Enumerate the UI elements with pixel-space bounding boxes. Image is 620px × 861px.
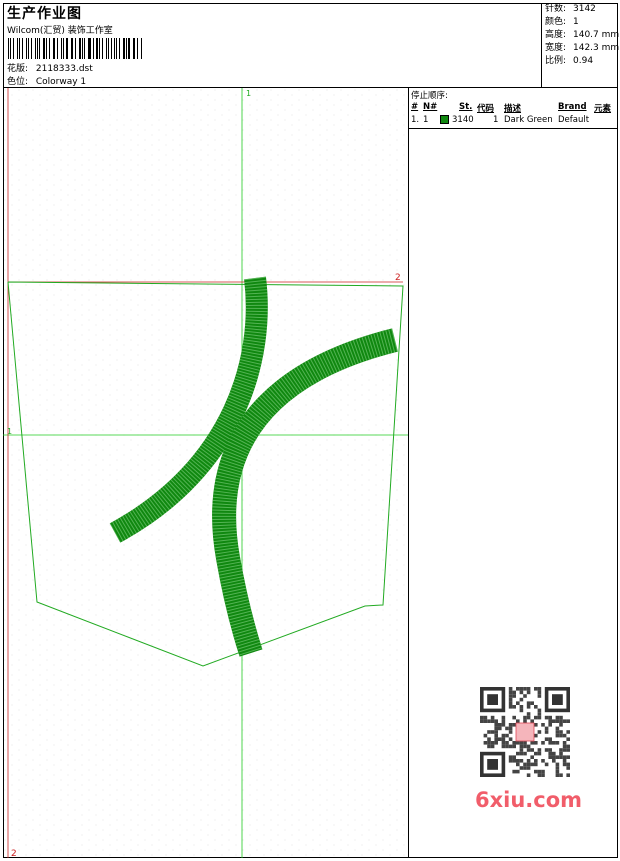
row-stitches: 3140: [452, 115, 474, 125]
watermark: 6xiu.com: [475, 788, 583, 812]
col-index: #: [411, 102, 419, 112]
col-stitches: St.: [459, 102, 473, 112]
stop-sequence-title: 停止顺序:: [411, 91, 448, 101]
stat-scale: 比例: 0.94: [545, 56, 594, 66]
col-code: 代码: [477, 104, 495, 114]
row-index: 1.: [411, 115, 420, 125]
qr-code: [470, 683, 578, 783]
marker-bottom-2: 2: [11, 849, 17, 858]
row-code: 1: [493, 115, 499, 125]
design-preview: 1 1 2 2: [3, 88, 408, 858]
col-needle: N#: [423, 102, 438, 112]
colorway-value: Colorway 1: [35, 77, 87, 87]
colorway-label: 色位:: [7, 77, 29, 87]
colorway-line: 色位: Colorway 1: [7, 74, 86, 87]
table-row[interactable]: 1. 1 3140 1 Dark Green Default: [409, 115, 618, 127]
company-name: Wilcom(汇贸) 装饰工作室: [7, 26, 113, 36]
col-element: 元素: [594, 104, 612, 114]
design-label: 花版:: [7, 64, 29, 74]
marker-top-1: 1: [246, 89, 251, 98]
row-needle: 1: [423, 115, 429, 125]
marker-right-2: 2: [395, 273, 401, 283]
page-title: 生产作业图: [7, 6, 82, 22]
header: 生产作业图 Wilcom(汇贸) 装饰工作室 花版: 2118333.dst 色…: [3, 3, 620, 88]
design-value: 2118333.dst: [35, 64, 93, 74]
design-line: 花版: 2118333.dst: [7, 61, 93, 74]
row-description: Dark Green: [504, 115, 553, 125]
stat-width: 宽度: 142.3 mm: [545, 43, 620, 53]
stop-sequence-header: # N# St. 代码 描述 Brand 元素: [409, 102, 618, 114]
marker-left-1: 1: [7, 427, 12, 436]
stats-box: 针数: 3142 颜色: 1 高度: 140.7 mm 宽度: 142.3 mm 比例:…: [541, 3, 620, 88]
col-brand: Brand: [558, 102, 587, 112]
design-canvas[interactable]: 1 1 2 2: [3, 88, 409, 858]
barcode: [8, 38, 143, 59]
stat-stitches: 针数: 3142: [545, 4, 596, 14]
stat-height: 高度: 140.7 mm: [545, 30, 620, 40]
color-swatch: [440, 115, 449, 126]
row-brand: Default: [558, 115, 590, 125]
stat-colors: 颜色: 1: [545, 17, 579, 27]
table-divider: [409, 128, 618, 129]
col-description: 描述: [504, 104, 522, 114]
